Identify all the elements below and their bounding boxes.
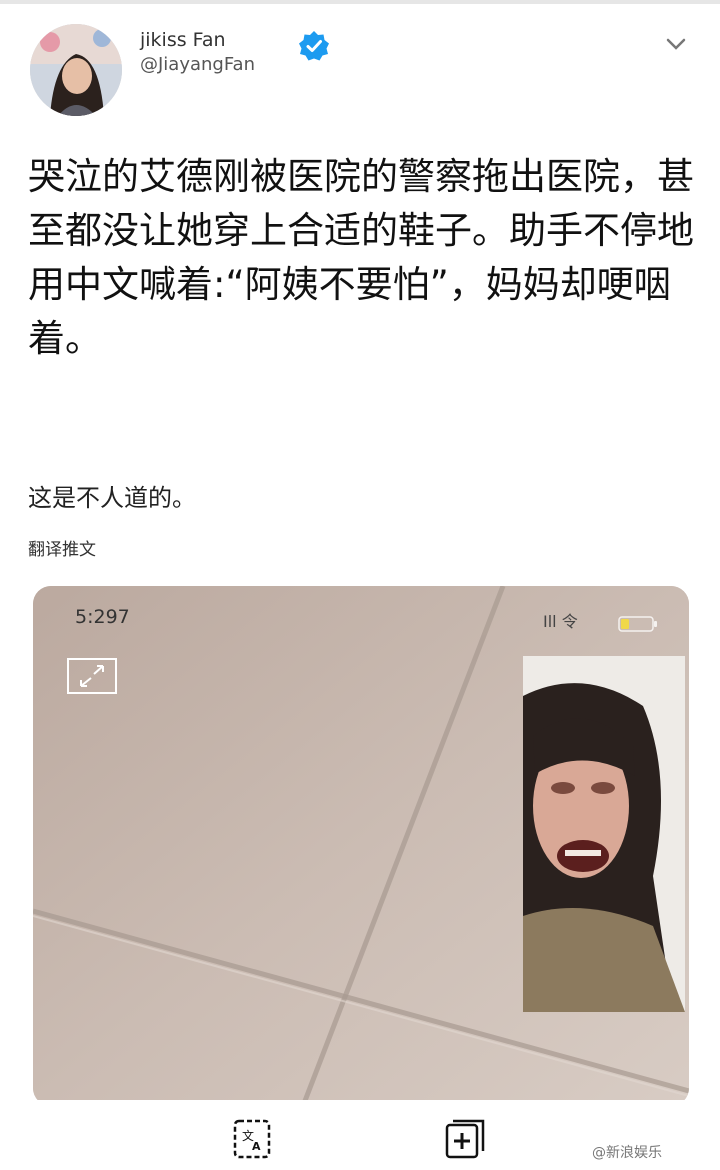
tweet-text-secondary: 这是不人道的。 [28, 484, 196, 512]
collapse-arrows-icon[interactable] [67, 658, 117, 694]
author-display-name[interactable]: jikiss Fan [140, 28, 226, 52]
author-names: jikiss Fan @JiayangFan [140, 28, 255, 77]
tweet-text: 哭泣的艾德刚被医院的警察拖出医院，甚至都没让她穿上合适的鞋子。助手不停地用中文喊… [28, 155, 694, 360]
status-signal-wifi: Ill 令 [543, 612, 578, 631]
video-call-screenshot[interactable]: 5:297 Ill 令 [33, 586, 689, 1106]
author-handle[interactable]: @JiayangFan [140, 53, 255, 77]
battery-icon [618, 616, 657, 632]
translate-icon[interactable]: 文 A [232, 1118, 272, 1160]
translate-tweet-link[interactable]: 翻译推文 [28, 535, 96, 560]
avatar[interactable] [30, 24, 122, 116]
tweet-header: jikiss Fan @JiayangFan [0, 0, 720, 130]
add-media-icon[interactable] [444, 1118, 486, 1160]
chevron-down-icon[interactable] [662, 30, 690, 58]
svg-text:A: A [252, 1140, 261, 1153]
self-view-video[interactable] [523, 656, 685, 1012]
verified-badge-icon [299, 31, 329, 61]
bottom-toolbar: 文 A @新浪娱乐 [0, 1100, 720, 1170]
status-time: 5:297 [75, 606, 130, 628]
watermark-text: @新浪娱乐 [592, 1145, 662, 1161]
